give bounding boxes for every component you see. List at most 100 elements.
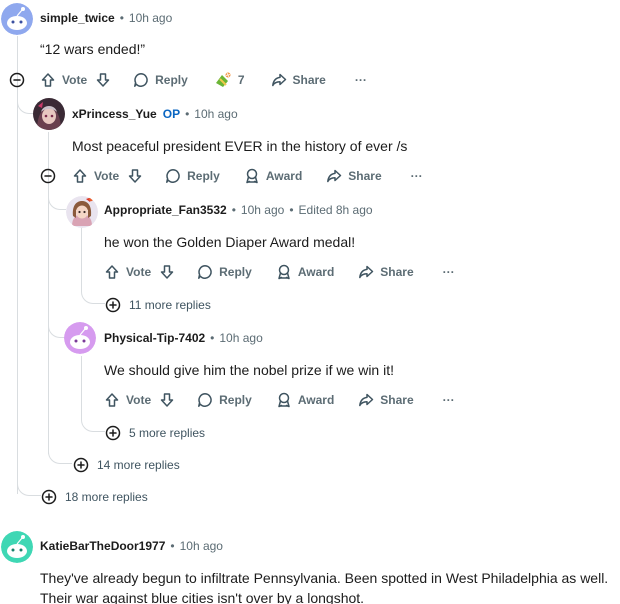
comment-actions: Vote Reply Award Share ··· <box>72 164 423 188</box>
thread-connector-c4-more <box>81 416 105 432</box>
comment-meta: simple_twice • 10h ago <box>40 9 172 27</box>
separator-dot: • <box>185 107 190 121</box>
avatar[interactable] <box>64 322 96 354</box>
more-options-label: ··· <box>410 169 423 183</box>
speech-bubble-icon <box>198 393 212 407</box>
vote-label: Vote <box>94 169 120 183</box>
arrow-up-icon <box>73 169 87 183</box>
upvote-button[interactable]: Vote <box>104 264 151 280</box>
arrow-down-icon <box>160 265 174 279</box>
user-avatar-image <box>66 196 98 228</box>
reply-button[interactable]: Reply <box>165 168 220 184</box>
award-button[interactable]: Award <box>244 168 302 184</box>
user-avatar-image <box>33 98 65 130</box>
more-options-button[interactable]: ··· <box>355 73 367 87</box>
plus-circle-icon <box>73 457 89 473</box>
downvote-button[interactable] <box>127 168 143 184</box>
more-replies-button[interactable]: 5 more replies <box>105 425 205 441</box>
comment-meta: KatieBarTheDoor1977 • 10h ago <box>40 537 223 555</box>
comment-body: Most peaceful president EVER in the hist… <box>72 138 408 154</box>
avatar[interactable] <box>66 196 98 228</box>
more-replies-label: 5 more replies <box>129 426 206 440</box>
award-button[interactable]: 7 <box>214 71 245 89</box>
avatar[interactable] <box>33 98 65 130</box>
avatar[interactable] <box>1 3 33 35</box>
username[interactable]: simple_twice <box>40 11 115 25</box>
timestamp[interactable]: 10h ago <box>241 203 284 217</box>
more-replies-button[interactable]: 11 more replies <box>105 297 211 313</box>
share-arrow-icon <box>359 265 374 279</box>
thread-line-c3[interactable] <box>81 228 82 290</box>
username[interactable]: KatieBarTheDoor1977 <box>40 539 165 553</box>
more-options-button[interactable]: ··· <box>411 169 423 183</box>
username[interactable]: Physical-Tip-7402 <box>104 331 205 345</box>
arrow-down-icon <box>128 169 142 183</box>
award-icon <box>215 72 231 87</box>
downvote-button[interactable] <box>95 72 111 88</box>
comment-meta: Appropriate_Fan3532 • 10h ago • Edited 8… <box>104 201 373 219</box>
thread-line-c4[interactable] <box>81 356 82 418</box>
more-options-label: ··· <box>442 265 455 279</box>
comment-actions: Vote Reply 7 Share ··· <box>40 68 367 92</box>
username[interactable]: Appropriate_Fan3532 <box>104 203 227 217</box>
reply-label: Reply <box>219 265 252 279</box>
plus-circle-icon <box>105 297 121 313</box>
downvote-button[interactable] <box>159 392 175 408</box>
plus-circle-icon <box>41 489 57 505</box>
award-icon <box>278 392 290 408</box>
timestamp[interactable]: 10h ago <box>180 539 223 553</box>
timestamp[interactable]: 10h ago <box>219 331 262 345</box>
speech-bubble-icon <box>166 169 180 183</box>
award-label: Award <box>265 169 303 183</box>
reply-label: Reply <box>219 393 252 407</box>
separator-dot: • <box>170 539 175 553</box>
more-options-button[interactable]: ··· <box>443 393 455 407</box>
collapse-thread-button[interactable] <box>40 168 56 184</box>
comment-actions: Vote Reply Award Share ··· <box>104 260 455 284</box>
arrow-up-icon <box>41 73 55 87</box>
vote-label: Vote <box>126 393 152 407</box>
share-button[interactable]: Share <box>326 168 382 184</box>
collapse-thread-button[interactable] <box>9 72 25 88</box>
plus-circle-icon <box>105 425 121 441</box>
more-options-button[interactable]: ··· <box>443 265 455 279</box>
arrow-up-icon <box>105 393 119 407</box>
snoo-avatar-icon <box>1 531 33 563</box>
more-options-label: ··· <box>354 73 367 87</box>
award-icon <box>246 168 258 184</box>
award-button[interactable]: Award <box>276 264 334 280</box>
award-count: 7 <box>237 73 245 87</box>
op-badge: OP <box>162 107 181 121</box>
award-label: Award <box>297 393 335 407</box>
reply-button[interactable]: Reply <box>133 72 188 88</box>
award-button[interactable]: Award <box>276 392 334 408</box>
comment-meta: xPrincess_Yue OP • 10h ago <box>72 105 238 123</box>
minus-circle-icon <box>40 168 56 184</box>
share-button[interactable]: Share <box>271 72 326 88</box>
upvote-button[interactable]: Vote <box>104 392 151 408</box>
username[interactable]: xPrincess_Yue <box>72 107 157 121</box>
reply-button[interactable]: Reply <box>197 264 252 280</box>
comment-body: They've already begun to infiltrate Penn… <box>40 570 609 604</box>
upvote-button[interactable]: Vote <box>72 168 119 184</box>
award-icon <box>278 264 290 280</box>
timestamp[interactable]: 10h ago <box>194 107 237 121</box>
upvote-button[interactable]: Vote <box>40 72 87 88</box>
avatar[interactable] <box>1 531 33 563</box>
arrow-down-icon <box>160 393 174 407</box>
more-replies-label: 14 more replies <box>97 458 180 472</box>
separator-dot: • <box>210 331 215 345</box>
share-button[interactable]: Share <box>358 392 414 408</box>
more-replies-button[interactable]: 14 more replies <box>73 457 180 473</box>
downvote-button[interactable] <box>159 264 175 280</box>
share-button[interactable]: Share <box>358 264 414 280</box>
arrow-down-icon <box>96 73 110 87</box>
share-arrow-icon <box>327 169 342 183</box>
timestamp[interactable]: 10h ago <box>129 11 172 25</box>
vote-label: Vote <box>126 265 152 279</box>
comment-actions: Vote Reply Award Share ··· <box>104 388 455 412</box>
reply-button[interactable]: Reply <box>197 392 252 408</box>
share-arrow-icon <box>359 393 374 407</box>
more-replies-button[interactable]: 18 more replies <box>41 489 148 505</box>
edited-label: Edited 8h ago <box>298 203 373 217</box>
